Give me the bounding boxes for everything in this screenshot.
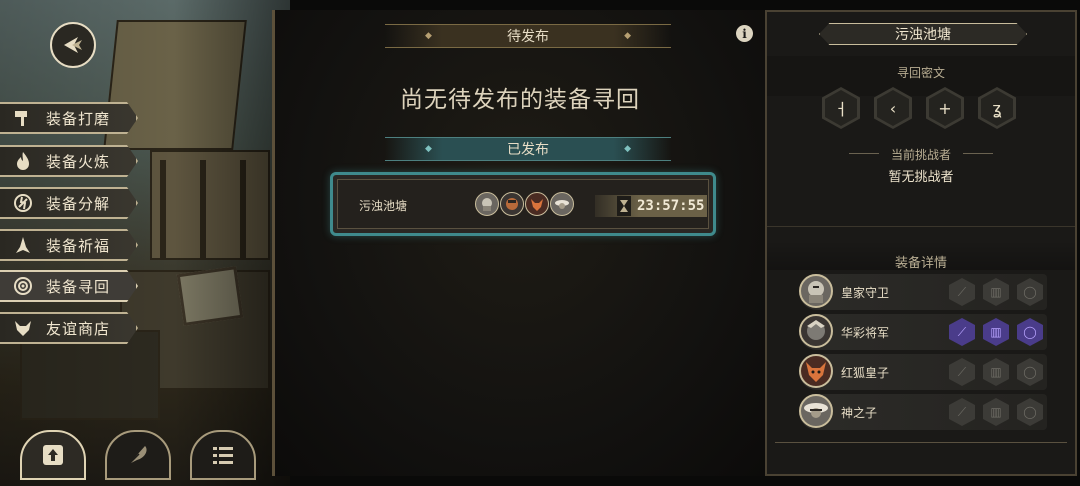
- published-item-name: 污浊池塘: [359, 199, 408, 213]
- sidebar-item-polish[interactable]: 装备打磨: [0, 102, 138, 134]
- info-button[interactable]: i: [736, 25, 753, 42]
- equipment-name: 红狐皇子: [841, 366, 890, 380]
- equipment-name: 皇家守卫: [841, 286, 890, 300]
- back-button[interactable]: [50, 22, 96, 68]
- fox-prince-avatar: [525, 192, 549, 216]
- cipher-glyph-3: +: [926, 87, 964, 129]
- challenger-section: 当前挑战者 暂无挑战者: [767, 146, 1075, 185]
- equipment-name: 华彩将军: [841, 326, 890, 340]
- pending-header-label: 待发布: [507, 29, 549, 45]
- fox-icon: [10, 315, 36, 341]
- armor-slot-icon: ▥: [983, 358, 1009, 386]
- right-title: 污浊池塘: [895, 27, 951, 43]
- royal-guard-avatar: [475, 192, 499, 216]
- right-panel: 污浊池塘 寻回密文 ㅓ ‹ + ʓ 当前挑战者 暂无挑战者 装备详情 皇家守卫 …: [765, 10, 1077, 476]
- glyph-rune-icon: ㅓ: [833, 100, 849, 119]
- equipment-row[interactable]: 华彩将军 ⟋ ▥ ◯: [799, 314, 1047, 350]
- sword-slot-icon: ⟋: [949, 318, 975, 346]
- challenger-avatars: [475, 192, 574, 216]
- center-panel: ◆ 待发布 ◆ 尚无待发布的装备寻回 ◆ 已发布 ◆ 污浊池塘 23:57:55: [272, 10, 768, 476]
- equipment-row[interactable]: 皇家守卫 ⟋ ▥ ◯: [799, 274, 1047, 310]
- published-item[interactable]: 污浊池塘 23:57:55: [330, 172, 716, 236]
- break-icon: [10, 190, 36, 216]
- sidebar-item-friend-shop[interactable]: 友谊商店: [0, 312, 138, 344]
- published-header-label: 已发布: [507, 142, 549, 158]
- hammer-icon: [10, 105, 36, 131]
- equipment-row[interactable]: 红狐皇子 ⟋ ▥ ◯: [799, 354, 1047, 390]
- details-label: 装备详情: [894, 256, 947, 271]
- fox-prince-avatar: [799, 354, 833, 388]
- equipment-row[interactable]: 神之子 ⟋ ▥ ◯: [799, 394, 1047, 430]
- glyph-arrow-icon: ‹: [889, 98, 897, 118]
- upload-icon: [43, 445, 63, 465]
- sidebar-item-label: 装备祈福: [46, 236, 111, 255]
- royal-guard-avatar: [799, 274, 833, 308]
- cipher-glyph-1: ㅓ: [822, 87, 860, 129]
- challenger-value: 暂无挑战者: [888, 170, 954, 185]
- sidebar-item-label: 装备寻回: [46, 277, 111, 296]
- glyph-spiral-icon: ʓ: [992, 98, 1002, 118]
- armor-slot-icon: ▥: [983, 278, 1009, 306]
- list-icon: [213, 447, 233, 464]
- cipher-glyph-2: ‹: [874, 87, 912, 129]
- list-button[interactable]: [190, 430, 256, 480]
- feather-button[interactable]: [105, 430, 171, 480]
- ring-slot-icon: ◯: [1017, 318, 1043, 346]
- glyph-cross-icon: +: [938, 98, 952, 118]
- ring-slot-icon: ◯: [1017, 398, 1043, 426]
- pending-header: ◆ 待发布 ◆: [385, 24, 671, 48]
- right-title-bar: 污浊池塘: [819, 23, 1027, 45]
- cipher-glyph-4: ʓ: [978, 87, 1016, 129]
- pending-empty-text: 尚无待发布的装备寻回: [400, 87, 640, 113]
- sidebar-item-label: 装备火炼: [46, 152, 111, 171]
- challenger-label: 当前挑战者: [890, 148, 951, 162]
- god-son-avatar: [550, 192, 574, 216]
- sidebar-item-retrieve[interactable]: 装备寻回: [0, 270, 138, 302]
- sidebar-item-dismantle[interactable]: 装备分解: [0, 187, 138, 219]
- hourglass-icon: [617, 196, 631, 216]
- sidebar-item-label: 友谊商店: [46, 319, 111, 338]
- flame-icon: [10, 148, 36, 174]
- info-icon: i: [742, 26, 747, 41]
- cipher-label: 寻回密文: [896, 66, 945, 80]
- sidebar-item-forge[interactable]: 装备火炼: [0, 145, 138, 177]
- equipment-name: 神之子: [841, 406, 878, 420]
- armor-slot-icon: ▥: [983, 318, 1009, 346]
- publish-button[interactable]: [20, 430, 86, 480]
- cipher-glyphs: ㅓ ‹ + ʓ: [822, 87, 1016, 129]
- sword-slot-icon: ⟋: [949, 278, 975, 306]
- sidebar-item-label: 装备分解: [46, 194, 111, 213]
- published-header: ◆ 已发布 ◆: [385, 137, 671, 161]
- general-avatar: [500, 192, 524, 216]
- general-avatar: [799, 314, 833, 348]
- armor-slot-icon: ▥: [983, 398, 1009, 426]
- countdown-timer: 23:57:55: [637, 198, 705, 214]
- sidebar-item-label: 装备打磨: [46, 109, 111, 128]
- countdown-box: 23:57:55: [595, 195, 707, 217]
- sidebar-item-bless[interactable]: 装备祈福: [0, 229, 138, 261]
- god-son-avatar: [799, 394, 833, 428]
- sword-slot-icon: ⟋: [949, 358, 975, 386]
- pray-icon: [10, 232, 36, 258]
- feather-icon: [128, 446, 147, 465]
- back-arrow-icon: [64, 37, 82, 53]
- ring-slot-icon: ◯: [1017, 278, 1043, 306]
- target-icon: [10, 273, 36, 299]
- ring-slot-icon: ◯: [1017, 358, 1043, 386]
- sword-slot-icon: ⟋: [949, 398, 975, 426]
